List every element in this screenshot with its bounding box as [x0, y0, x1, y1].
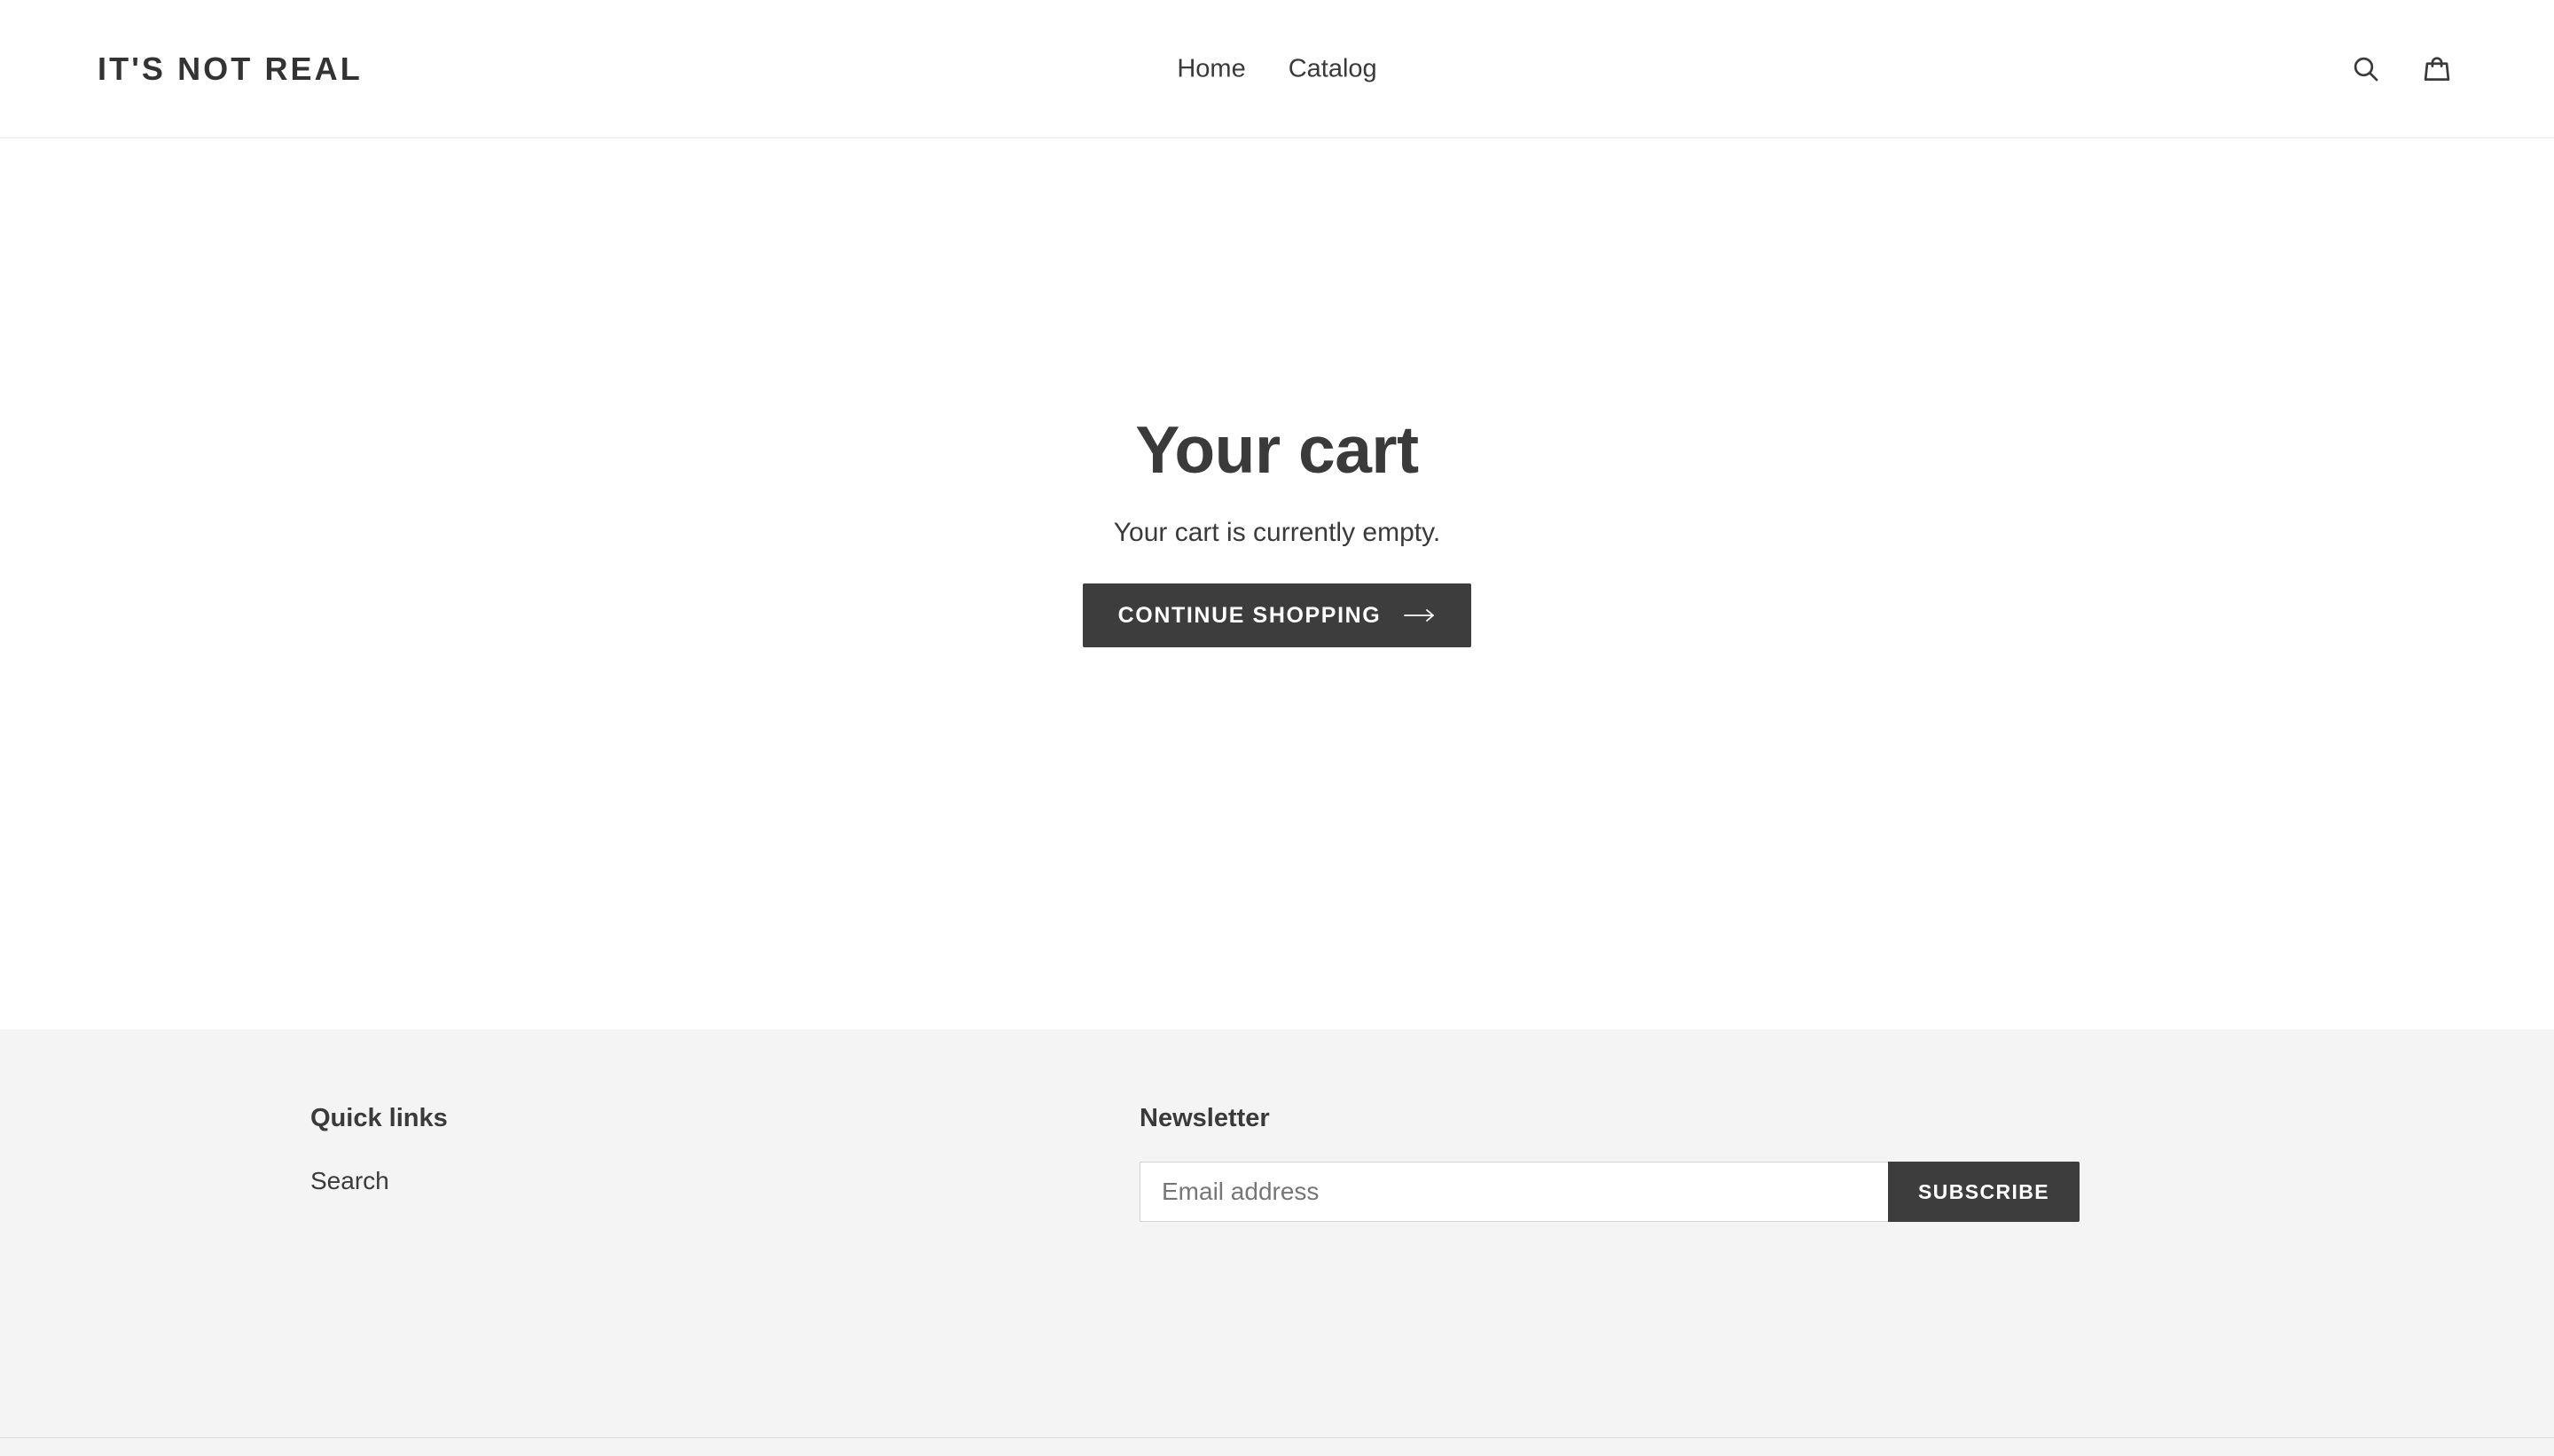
continue-shopping-button[interactable]: CONTINUE SHOPPING — [1082, 583, 1472, 647]
main-navigation: Home Catalog — [1177, 56, 1376, 82]
footer-divider — [0, 1437, 2554, 1438]
footer-link-search[interactable]: Search — [310, 1162, 389, 1201]
list-item: Search — [310, 1162, 1086, 1201]
cart-main: Your cart Your cart is currently empty. … — [0, 138, 2554, 1029]
site-footer: Quick links Search Newsletter SUBSCRIBE — [0, 1029, 2554, 1456]
search-icon[interactable] — [2346, 50, 2386, 89]
footer-newsletter-column: Newsletter SUBSCRIBE — [1086, 1106, 2456, 1222]
cart-icon[interactable] — [2417, 50, 2456, 89]
header-icon-group — [2346, 50, 2456, 89]
footer-quick-links-column: Quick links Search — [98, 1106, 1086, 1222]
newsletter-form: SUBSCRIBE — [1140, 1162, 2080, 1222]
subscribe-button[interactable]: SUBSCRIBE — [1887, 1162, 2080, 1222]
newsletter-heading: Newsletter — [1140, 1104, 1270, 1132]
site-logo[interactable]: IT'S NOT REAL — [98, 52, 363, 85]
footer-inner: Quick links Search Newsletter SUBSCRIBE — [98, 1029, 2456, 1222]
nav-link-home[interactable]: Home — [1177, 56, 1245, 82]
arrow-right-icon — [1404, 608, 1436, 622]
email-field[interactable] — [1140, 1162, 1888, 1222]
continue-shopping-label: CONTINUE SHOPPING — [1117, 602, 1382, 628]
quick-links-heading: Quick links — [310, 1104, 448, 1132]
cart-empty-message: Your cart is currently empty. — [1113, 518, 1441, 547]
page-root: IT'S NOT REAL Home Catalog Your cart You… — [0, 0, 2554, 1456]
nav-link-catalog[interactable]: Catalog — [1289, 56, 1377, 82]
quick-links-list: Search — [310, 1162, 1086, 1201]
page-title: Your cart — [1135, 412, 1419, 487]
site-header: IT'S NOT REAL Home Catalog — [0, 0, 2554, 138]
